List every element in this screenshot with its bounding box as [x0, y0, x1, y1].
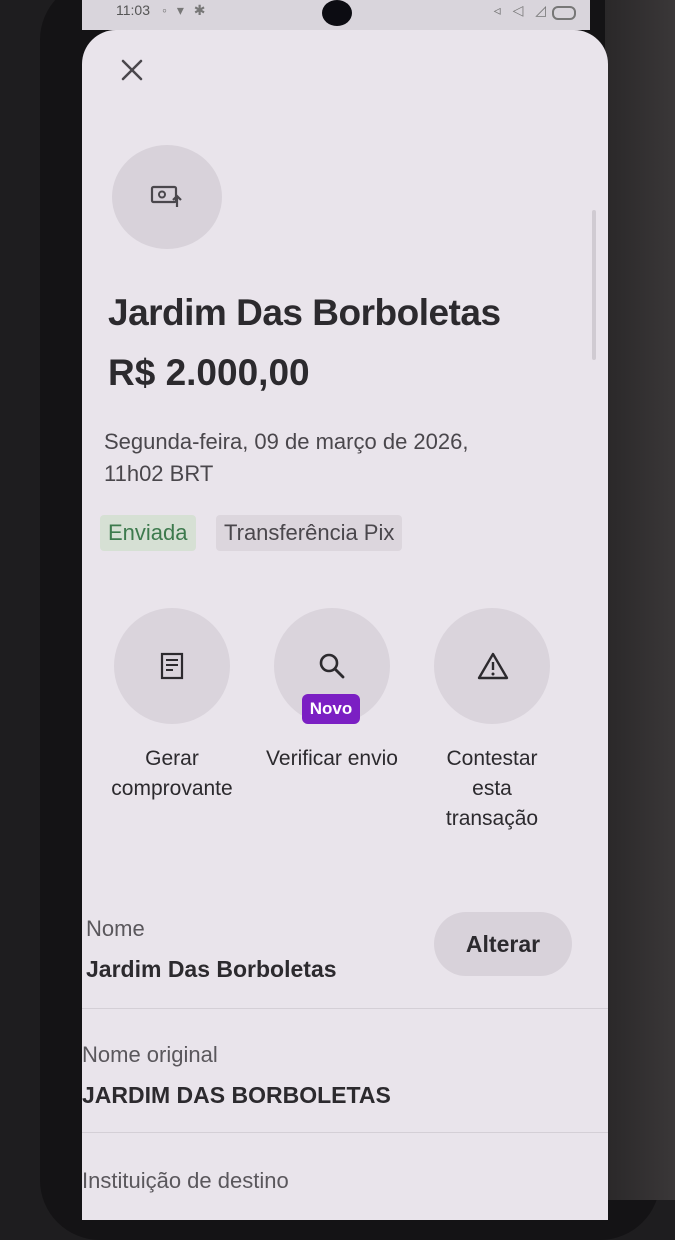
divider — [82, 1132, 608, 1133]
status-badge: Enviada — [100, 515, 196, 551]
receipt-icon — [160, 652, 184, 680]
close-icon — [121, 59, 143, 81]
transaction-detail-screen: Jardim Das Borboletas R$ 2.000,00 Segund… — [82, 30, 608, 1220]
generate-receipt-button[interactable]: Gerar comprovante — [82, 608, 262, 804]
money-sent-icon — [150, 185, 182, 207]
datetime-line-1: Segunda-feira, 09 de março de 2026, — [104, 429, 469, 454]
background-surface — [605, 0, 675, 1200]
dispute-label-line2: esta — [472, 777, 512, 800]
front-camera — [322, 0, 352, 26]
recipient-title: Jardim Das Borboletas — [108, 292, 501, 333]
verify-sending-button[interactable]: Verificar envio — [242, 608, 422, 774]
transfer-type-badge: Transferência Pix — [216, 515, 403, 551]
original-name-value: JARDIM DAS BORBOLETAS — [82, 1082, 391, 1108]
dispute-transaction-label: Contestar esta transação — [402, 744, 582, 834]
generate-receipt-circle[interactable] — [114, 608, 230, 724]
status-time: 11:03 — [116, 2, 150, 18]
dispute-transaction-button[interactable]: Contestar esta transação — [402, 608, 582, 834]
destination-institution-label: Instituição de destino — [82, 1168, 289, 1193]
divider — [82, 1008, 608, 1009]
datetime-line-2: 11h02 BRT — [104, 461, 214, 486]
status-bar: 11:03 ◦ ▾ ✱ ◃ ◁ ◿ — [82, 0, 590, 30]
signal-icons: ◃ ◁ ◿ — [493, 2, 550, 18]
original-name-label: Nome original — [82, 1042, 218, 1067]
battery-icon — [552, 6, 576, 20]
verify-sending-label: Verificar envio — [266, 747, 398, 770]
transaction-type-avatar — [112, 145, 222, 249]
close-button[interactable] — [116, 54, 148, 86]
notification-icons: ◦ ▾ ✱ — [162, 2, 209, 18]
warning-icon — [477, 652, 509, 680]
dispute-label-line3: transação — [445, 807, 539, 830]
transaction-amount: R$ 2.000,00 — [108, 352, 310, 393]
generate-receipt-label: Gerar comprovante — [82, 744, 262, 804]
generate-receipt-label-line2: comprovante — [111, 777, 233, 800]
new-badge: Novo — [302, 694, 360, 724]
change-name-button[interactable]: Alterar — [434, 912, 572, 976]
generate-receipt-label-line1: Gerar — [145, 747, 199, 770]
transaction-datetime: Segunda-feira, 09 de março de 2026, 11h0… — [104, 426, 564, 490]
name-label: Nome — [86, 916, 145, 941]
search-icon — [319, 653, 345, 679]
scrollbar[interactable] — [592, 210, 596, 360]
name-value: Jardim Das Borboletas — [86, 956, 337, 982]
dispute-transaction-circle[interactable] — [434, 608, 550, 724]
dispute-label-line1: Contestar — [446, 747, 538, 770]
